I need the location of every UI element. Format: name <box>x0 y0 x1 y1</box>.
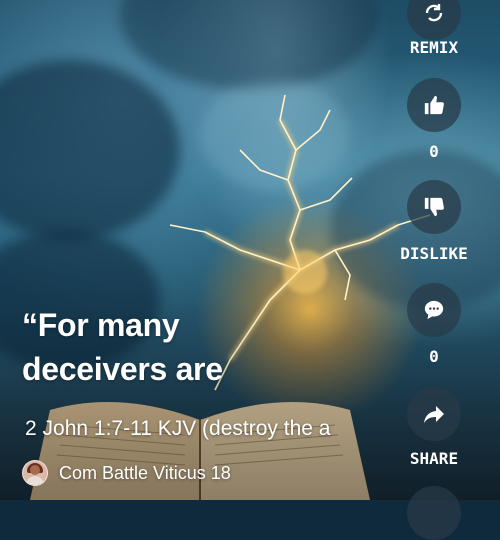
like-button[interactable] <box>407 78 461 132</box>
share-button[interactable] <box>407 387 461 441</box>
dislike-button[interactable] <box>407 180 461 234</box>
channel-name[interactable]: Com Battle Viticus 18 <box>59 463 231 484</box>
remix-button[interactable] <box>407 0 461 40</box>
share-action[interactable]: SHARE <box>405 387 463 468</box>
remix-action[interactable]: REMIX <box>405 0 463 57</box>
comment-count: 0 <box>429 347 439 366</box>
channel-info[interactable]: Com Battle Viticus 18 <box>22 460 231 486</box>
like-action[interactable]: 0 <box>405 78 463 161</box>
video-title: “For many deceivers are <box>22 307 223 387</box>
like-count: 0 <box>429 142 439 161</box>
video-subtitle[interactable]: 2 John 1:7-11 KJV (destroy the a <box>25 417 355 441</box>
remix-label: REMIX <box>409 38 459 57</box>
share-arrow-icon <box>424 406 444 423</box>
share-label: SHARE <box>409 449 459 468</box>
thumbs-up-icon <box>424 95 444 115</box>
comment-icon <box>424 300 444 320</box>
more-button[interactable] <box>407 486 461 540</box>
dislike-action[interactable]: DISLIKE <box>400 180 468 263</box>
thumbs-down-icon <box>424 197 444 217</box>
dislike-label: DISLIKE <box>400 244 468 263</box>
comment-button[interactable] <box>407 283 461 337</box>
more-action[interactable] <box>405 486 463 540</box>
comment-action[interactable]: 0 <box>405 283 463 366</box>
remix-icon <box>425 4 443 22</box>
channel-avatar[interactable] <box>22 460 48 486</box>
